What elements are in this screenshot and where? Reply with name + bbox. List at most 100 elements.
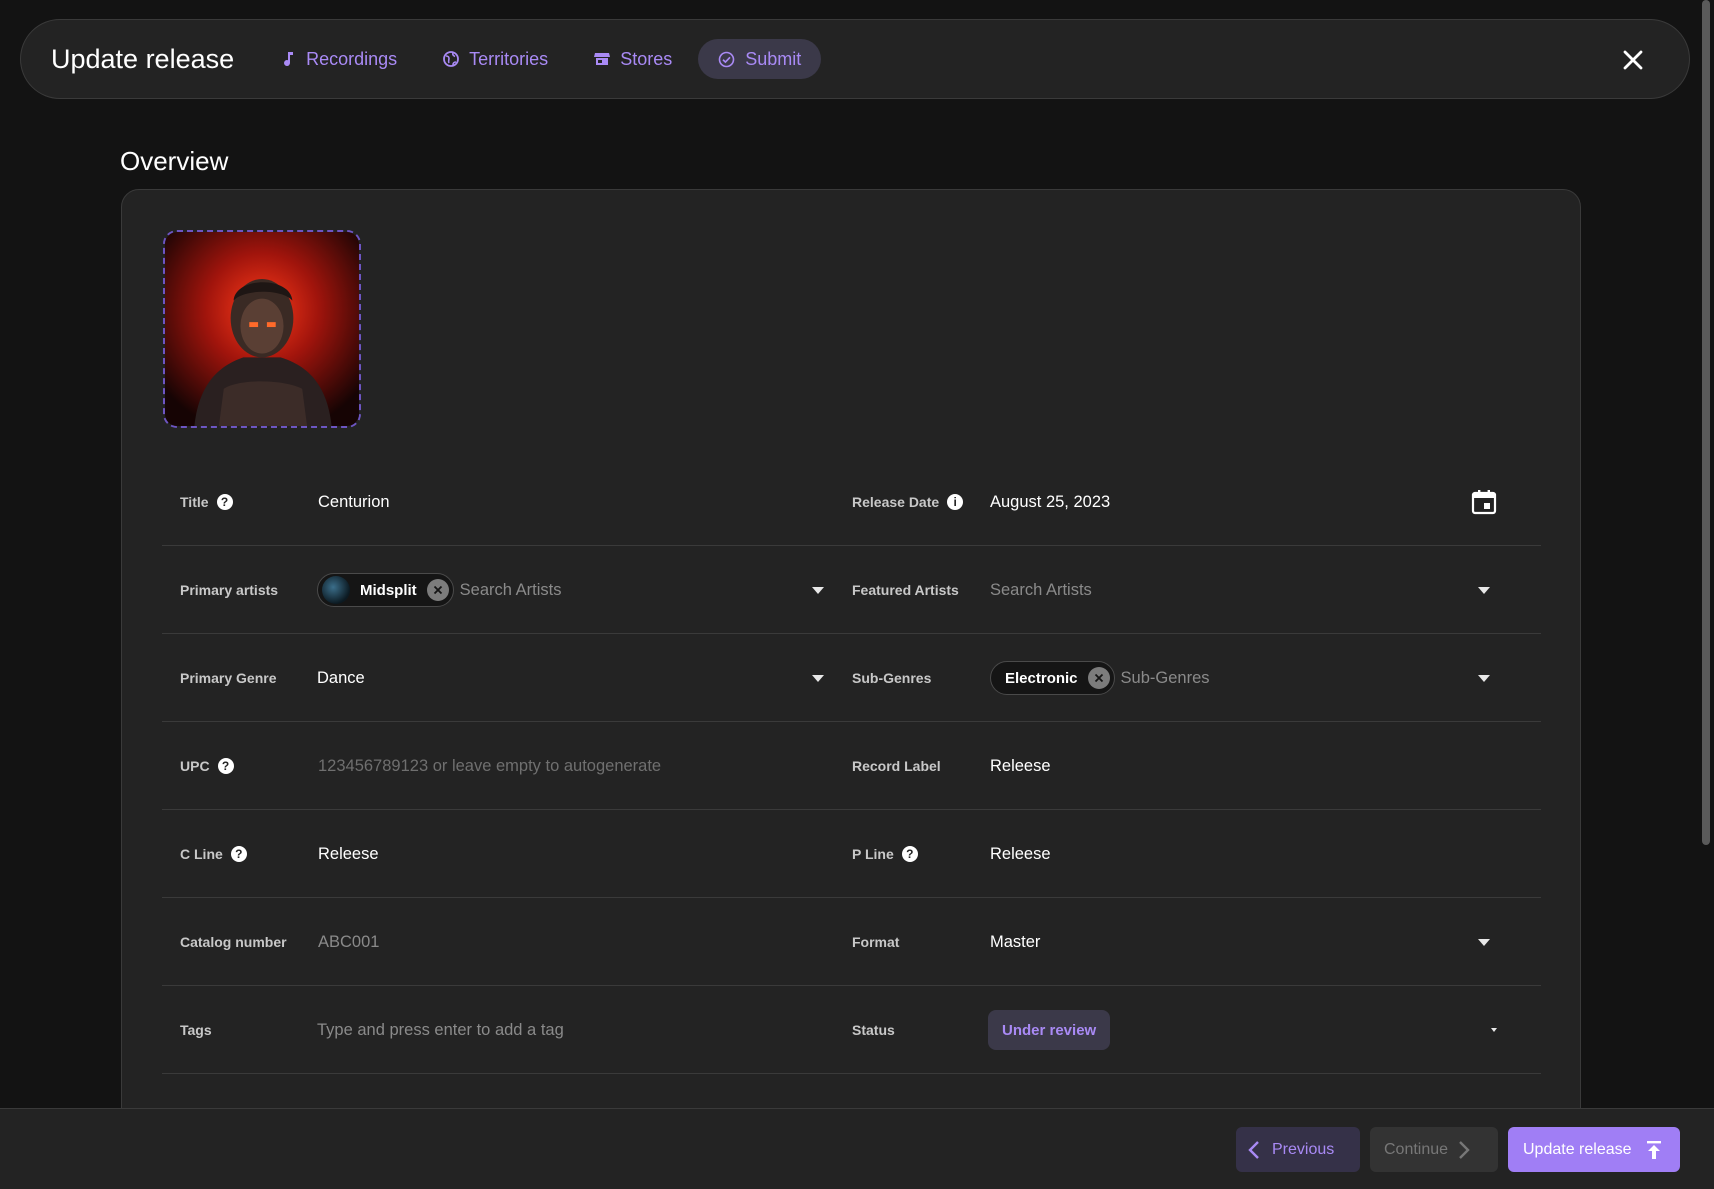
upload-icon [1646, 1140, 1661, 1159]
check-circle-icon [718, 51, 735, 67]
format-value: Master [990, 932, 1041, 951]
title-value: Centurion [318, 492, 390, 511]
primary-genre-label-group: Primary Genre [180, 634, 277, 722]
p-line-input[interactable]: Releese [990, 810, 1051, 898]
primary-genre-select[interactable]: Dance [317, 634, 365, 722]
page-title: Update release [51, 43, 235, 74]
continue-label: Continue [1384, 1140, 1449, 1158]
calendar-icon [1471, 490, 1497, 515]
previous-label: Previous [1272, 1140, 1335, 1158]
catalog-number-placeholder: ABC001 [318, 932, 380, 951]
music-note-icon [284, 52, 294, 67]
sub-genres-label: Sub-Genres [852, 670, 932, 686]
chevron-down-icon[interactable] [1478, 587, 1490, 594]
featured-artists-input[interactable]: Search Artists [990, 581, 1092, 600]
form-row: Title ? Centurion Release Date i August … [162, 458, 1541, 546]
upc-placeholder: 123456789123 or leave empty to autogener… [318, 756, 662, 775]
remove-chip-icon[interactable] [426, 579, 449, 601]
release-date-input[interactable]: August 25, 2023 [990, 458, 1110, 546]
status-label-group: Status [852, 986, 895, 1074]
record-label-label-group: Record Label [852, 722, 941, 810]
search-artists-input[interactable]: Search Artists [460, 581, 562, 600]
release-date-value: August 25, 2023 [990, 492, 1111, 511]
chevron-down-icon[interactable] [812, 587, 824, 594]
release-date-label-group: Release Date i [852, 458, 964, 546]
tags-input[interactable]: Type and press enter to add a tag [317, 986, 564, 1074]
update-release-button[interactable]: Update release [1508, 1127, 1680, 1172]
tab-stores[interactable]: Stores [574, 39, 692, 79]
continue-button[interactable]: Continue [1370, 1127, 1498, 1172]
tab-label: Stores [620, 48, 673, 69]
calendar-button[interactable] [1471, 458, 1497, 546]
format-label: Format [852, 934, 900, 950]
record-label-label: Record Label [852, 758, 941, 774]
store-icon [594, 53, 611, 65]
status-select[interactable]: Under review [988, 986, 1111, 1074]
primary-genre-label: Primary Genre [180, 670, 277, 686]
title-input[interactable]: Centurion [318, 458, 390, 546]
help-icon[interactable]: ? [901, 846, 918, 862]
c-line-label: C Line [180, 846, 223, 862]
primary-artists-label: Primary artists [180, 582, 279, 598]
artist-chip-label: Midsplit [360, 581, 417, 599]
record-label-value: Releese [990, 756, 1051, 775]
sub-genres-select[interactable]: Electronic Sub-Genres [990, 634, 1210, 722]
chevron-down-icon[interactable] [1478, 939, 1490, 946]
overview-card: Title ? Centurion Release Date i August … [121, 189, 1581, 1189]
help-icon[interactable]: ? [216, 494, 233, 510]
footer-bar: Previous Continue Update release [0, 1108, 1714, 1189]
upc-label-group: UPC ? [180, 722, 234, 810]
sub-genres-input[interactable]: Sub-Genres [1121, 669, 1210, 688]
update-release-label: Update release [1523, 1140, 1632, 1158]
help-icon[interactable]: ? [217, 758, 234, 774]
status-badge: Under review [988, 1010, 1111, 1050]
form-row: Catalog number ABC001 Format Master [162, 898, 1541, 986]
tab-recordings[interactable]: Recordings [262, 39, 417, 79]
primary-genre-value: Dance [317, 668, 365, 687]
record-label-input[interactable]: Releese [990, 722, 1051, 810]
form-row: C Line ? Releese P Line ? Releese [162, 810, 1541, 898]
info-icon[interactable]: i [947, 494, 964, 510]
scrollbar-thumb[interactable] [1702, 0, 1710, 845]
close-icon[interactable] [1619, 46, 1647, 74]
tab-label: Submit [745, 48, 802, 69]
catalog-number-label: Catalog number [180, 934, 287, 950]
title-label: Title [180, 494, 209, 510]
genre-chip-label: Electronic [1005, 669, 1078, 687]
tab-submit[interactable]: Submit [698, 39, 822, 79]
sub-genres-label-group: Sub-Genres [852, 634, 931, 722]
format-label-group: Format [852, 898, 899, 986]
primary-artists-label-group: Primary artists [180, 546, 278, 634]
c-line-input[interactable]: Releese [318, 810, 379, 898]
featured-artists-label: Featured Artists [852, 582, 959, 598]
globe-icon [443, 51, 460, 67]
cover-artwork[interactable] [163, 230, 361, 428]
tab-territories[interactable]: Territories [423, 39, 568, 79]
form-row: Tags Type and press enter to add a tag S… [162, 986, 1541, 1074]
chevron-down-icon[interactable] [1478, 675, 1490, 682]
upc-input[interactable]: 123456789123 or leave empty to autogener… [318, 722, 661, 810]
c-line-label-group: C Line ? [180, 810, 247, 898]
scrollbar[interactable] [1702, 0, 1710, 1189]
chevron-down-icon[interactable] [812, 675, 824, 682]
format-select[interactable]: Master [990, 898, 1040, 986]
avatar [322, 576, 350, 604]
chevron-down-icon[interactable] [1491, 1028, 1497, 1032]
help-icon[interactable]: ? [230, 846, 247, 862]
cover-art-image [165, 232, 359, 426]
featured-artists-select[interactable]: Search Artists [990, 546, 1092, 634]
previous-button[interactable]: Previous [1236, 1127, 1360, 1172]
section-title: Overview [120, 146, 229, 176]
form-row: Primary Genre Dance Sub-Genres Electroni… [162, 634, 1541, 722]
tags-placeholder: Type and press enter to add a tag [317, 1020, 564, 1039]
form-row: UPC ? 123456789123 or leave empty to aut… [162, 722, 1541, 810]
upc-label: UPC [180, 758, 210, 774]
remove-chip-icon[interactable] [1087, 667, 1110, 689]
artist-chip: Midsplit [317, 573, 454, 607]
p-line-value: Releese [990, 844, 1051, 863]
form-row: Primary artists Midsplit Search Artists … [162, 546, 1541, 634]
title-label-group: Title ? [180, 458, 233, 546]
tab-label: Territories [469, 48, 549, 69]
primary-artists-select[interactable]: Midsplit Search Artists [317, 546, 561, 634]
catalog-number-input[interactable]: ABC001 [318, 898, 379, 986]
